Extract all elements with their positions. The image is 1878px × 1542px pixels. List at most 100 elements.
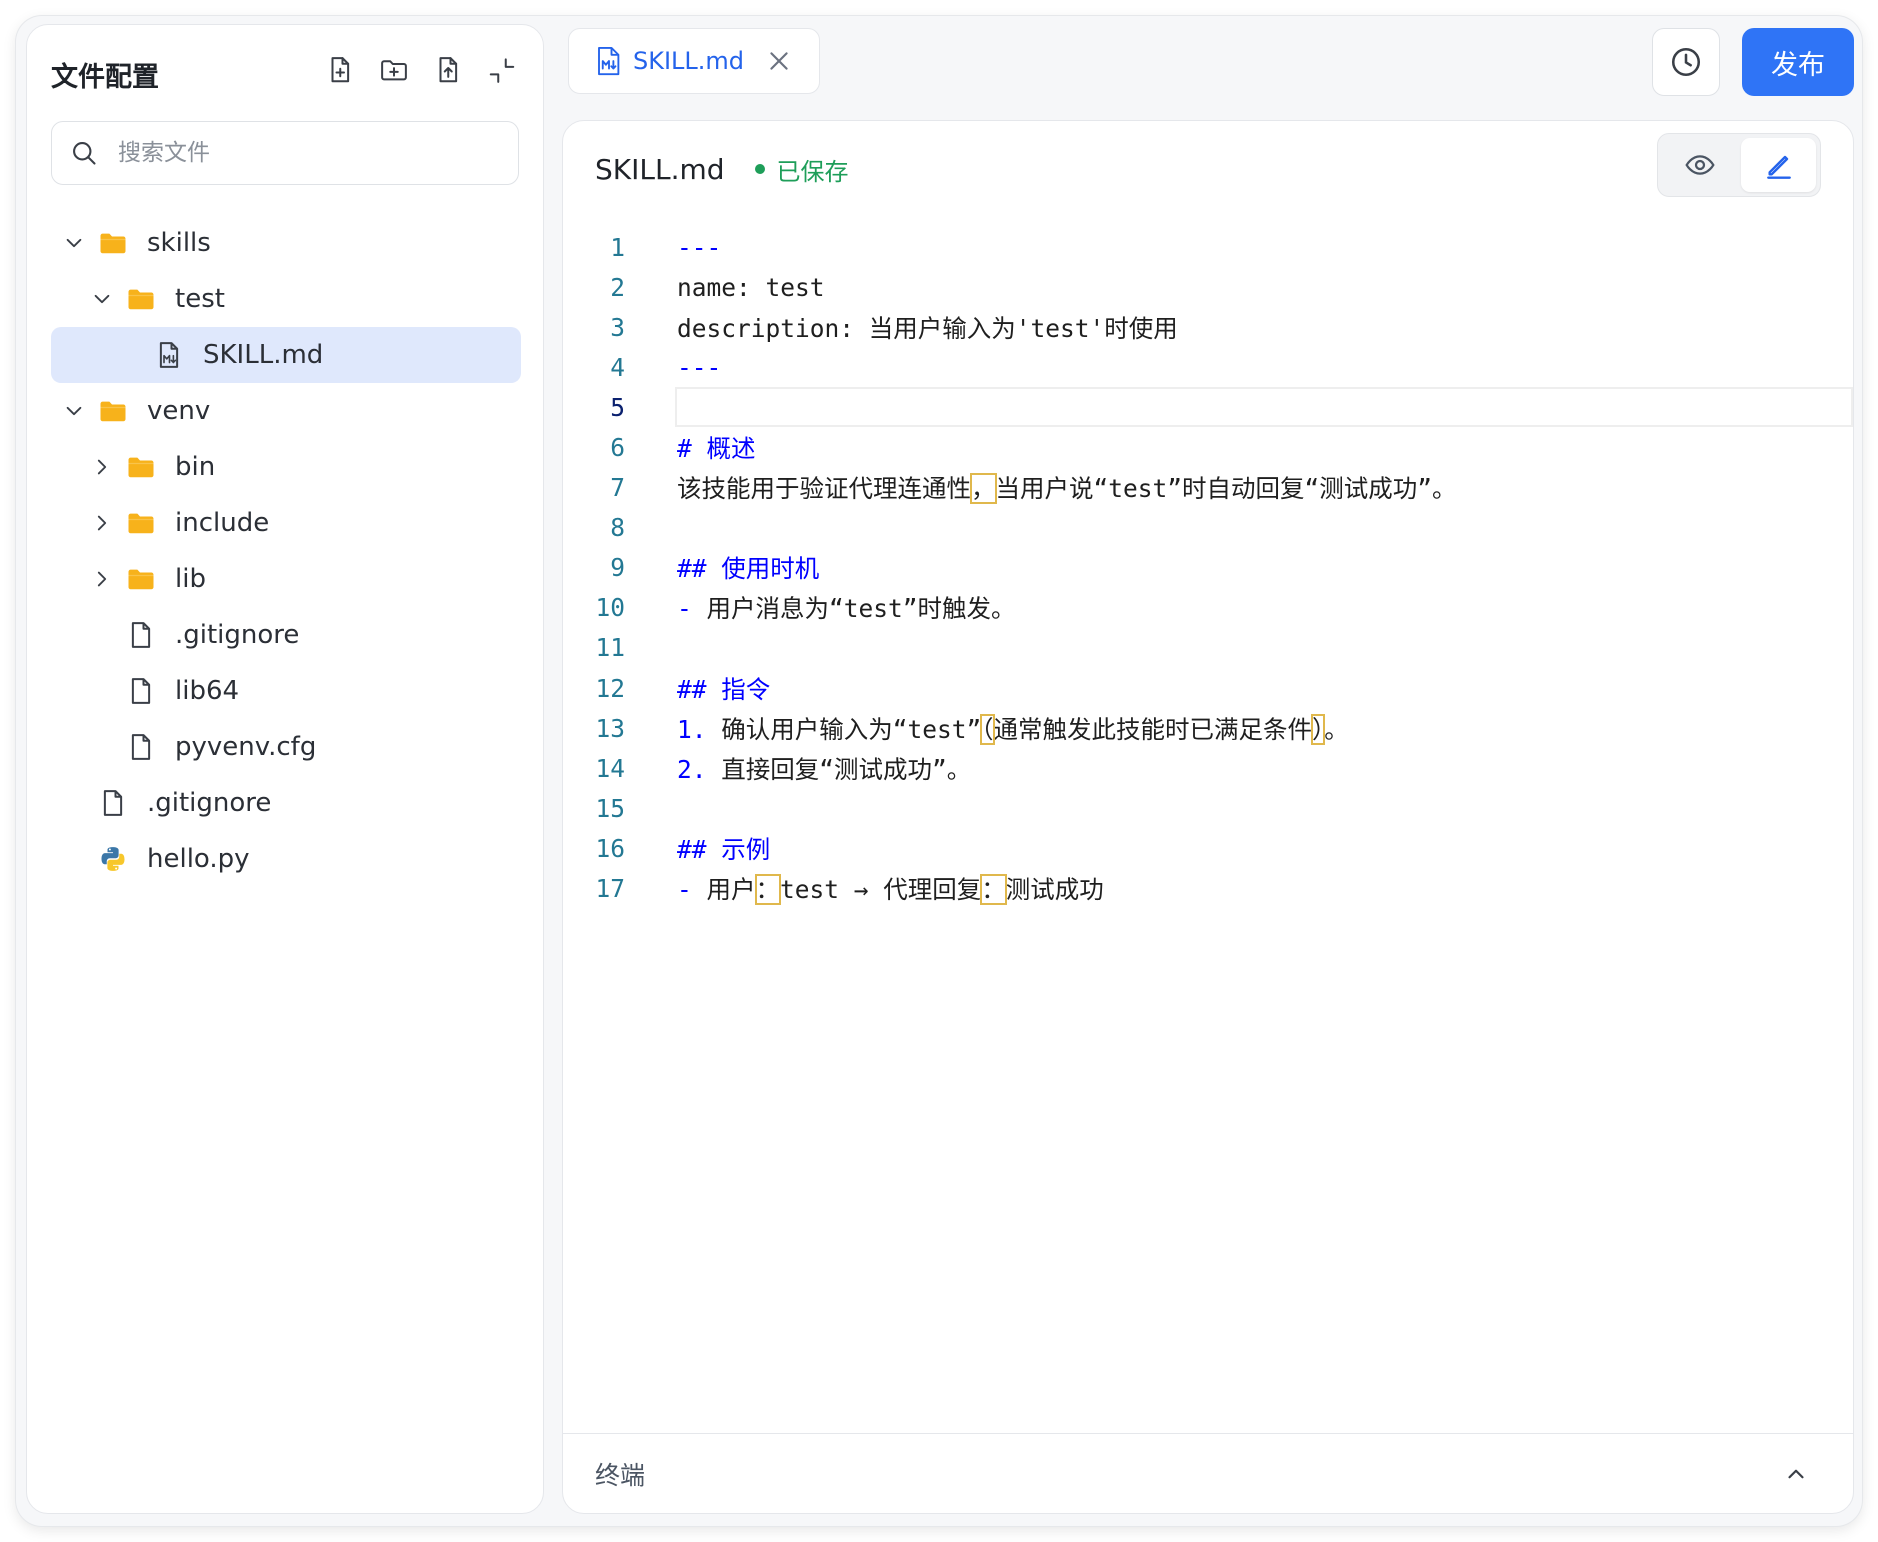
tree-item-label: pyvenv.cfg <box>175 732 317 762</box>
code-line[interactable]: 10 - 用户消息为“test”时触发。 <box>563 588 1853 628</box>
tree-item-label: test <box>175 284 225 314</box>
view-mode-toggle <box>1657 133 1821 197</box>
tree-item-label: skills <box>147 228 211 258</box>
tree-item-label: lib <box>175 564 206 594</box>
tree-item-label: hello.py <box>147 844 250 874</box>
chevron-up-icon <box>1788 1469 1804 1478</box>
tree-item-hello-py[interactable]: hello.py <box>51 831 521 887</box>
search-input[interactable] <box>118 140 498 166</box>
tree-item-bin[interactable]: bin <box>51 439 521 495</box>
tree-item-lib[interactable]: lib <box>51 551 521 607</box>
chevron-down-icon[interactable] <box>61 230 87 256</box>
collapse-icon <box>489 58 515 83</box>
file-icon <box>97 787 129 819</box>
file-icon <box>125 731 157 763</box>
tree-item-skill-md[interactable]: SKILL.md <box>51 327 521 383</box>
code-line[interactable]: 13 1. 确认用户输入为“test”（通常触发此技能时已满足条件）。 <box>563 708 1853 748</box>
folder-icon <box>97 227 129 259</box>
edit-pen-icon <box>1766 155 1791 179</box>
upload-file-icon <box>439 57 458 83</box>
code-line[interactable]: 17 - 用户：test → 代理回复：测试成功 <box>563 869 1853 909</box>
code-line[interactable]: 16 ## 示例 <box>563 828 1853 868</box>
line-number: 17 <box>595 874 625 903</box>
save-status: 已保存 <box>754 152 849 187</box>
tree-item-include[interactable]: include <box>51 495 521 551</box>
tree-item-skills[interactable]: skills <box>51 215 521 271</box>
upload-file-button[interactable] <box>431 53 465 87</box>
tree-item-label: lib64 <box>175 676 240 706</box>
chevron-right-icon[interactable] <box>89 510 115 536</box>
code-line[interactable]: 9 ## 使用时机 <box>563 548 1853 588</box>
code-line[interactable]: 6 # 概述 <box>563 427 1853 467</box>
tree-item-label: SKILL.md <box>203 340 324 370</box>
chevron-right-icon[interactable] <box>89 454 115 480</box>
chevron-down-icon[interactable] <box>89 286 115 312</box>
chevron-right-icon[interactable] <box>89 566 115 592</box>
markdown-file-icon <box>598 46 620 76</box>
tree-item-test[interactable]: test <box>51 271 521 327</box>
line-number: 6 <box>610 432 625 462</box>
code-line[interactable]: 14 2. 直接回复“测试成功”。 <box>563 748 1853 788</box>
preview-mode-button[interactable] <box>1662 138 1737 192</box>
tab-close-button[interactable] <box>766 48 792 74</box>
code-line-text: --- <box>677 352 722 382</box>
code-line[interactable]: 11 <box>563 628 1853 668</box>
tree-item-label: bin <box>175 452 216 482</box>
code-line[interactable]: 1 --- <box>563 227 1853 267</box>
line-number: 12 <box>595 673 625 703</box>
collapse-all-button[interactable] <box>485 53 519 87</box>
new-file-icon <box>331 57 350 83</box>
code-line[interactable]: 12 ## 指令 <box>563 668 1853 708</box>
tab-skill-md[interactable]: SKILL.md <box>568 28 820 94</box>
code-editor[interactable]: 1 --- 2 name: test 3 description: 当用户输入为'test… <box>563 227 1853 909</box>
code-line[interactable]: 3 description: 当用户输入为'test'时使用 <box>563 307 1853 347</box>
code-line[interactable]: 2 name: test <box>563 267 1853 307</box>
tree-item-lib64[interactable]: lib64 <box>51 663 521 719</box>
tree-item-label: include <box>175 508 270 538</box>
chevron-down-icon[interactable] <box>61 398 87 424</box>
line-number: 4 <box>610 352 625 382</box>
tree-item-pyvenv-cfg[interactable]: pyvenv.cfg <box>51 719 521 775</box>
line-number: 9 <box>610 553 625 583</box>
line-number: 2 <box>610 272 625 302</box>
file-sidebar: 文件配置 skills test SKILL.md venv bin <box>26 24 544 1514</box>
tree-item-venv[interactable]: venv <box>51 383 521 439</box>
terminal-bar[interactable]: 终端 <box>563 1433 1853 1513</box>
new-file-button[interactable] <box>323 53 357 87</box>
history-button[interactable] <box>1652 28 1720 96</box>
close-icon <box>770 52 788 70</box>
line-number: 15 <box>595 793 625 823</box>
code-line-text: name: test <box>677 272 825 302</box>
editor-filename: SKILL.md <box>595 152 725 186</box>
line-number: 1 <box>610 232 625 262</box>
code-line[interactable]: 5 <box>563 387 1853 428</box>
tab-label: SKILL.md <box>633 47 745 75</box>
code-line-text: - 用户：test → 代理回复：测试成功 <box>677 874 1104 905</box>
code-line[interactable]: 7 该技能用于验证代理连通性，当用户说“test”时自动回复“测试成功”。 <box>563 468 1853 508</box>
code-line[interactable]: 8 <box>563 508 1853 548</box>
tree-item-gitignore[interactable]: .gitignore <box>51 607 521 663</box>
code-line[interactable]: 4 --- <box>563 347 1853 387</box>
file-tree: skills test SKILL.md venv bin include lib .giti… <box>51 215 521 887</box>
status-dot <box>754 164 765 174</box>
file-icon <box>125 675 157 707</box>
edit-mode-button[interactable] <box>1741 138 1816 192</box>
tree-item-gitignore[interactable]: .gitignore <box>51 775 521 831</box>
terminal-label: 终端 <box>595 1460 646 1490</box>
new-folder-button[interactable] <box>377 53 411 87</box>
save-status-text: 已保存 <box>776 157 849 186</box>
folder-icon <box>97 395 129 427</box>
publish-button[interactable]: 发布 <box>1742 28 1854 96</box>
line-number: 13 <box>595 713 625 743</box>
editor-header: SKILL.md 已保存 <box>595 149 849 189</box>
clock-icon <box>1671 47 1701 77</box>
line-number: 14 <box>595 753 625 783</box>
editor-panel: SKILL.md 已保存 1 --- 2 name: test 3 description… <box>562 120 1854 1514</box>
code-line-text: --- <box>677 232 722 262</box>
folder-icon <box>125 451 157 483</box>
code-line[interactable]: 15 <box>563 788 1853 828</box>
